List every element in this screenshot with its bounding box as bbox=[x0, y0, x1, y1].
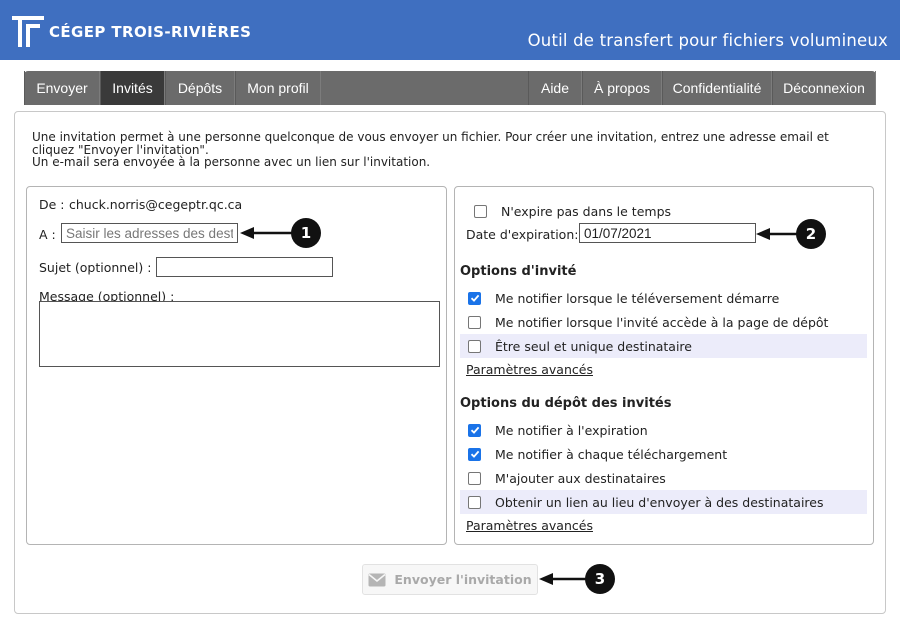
callout-arrows bbox=[240, 227, 802, 585]
callout-badge-1: 1 bbox=[291, 218, 321, 248]
callout-badge-3: 3 bbox=[585, 564, 615, 594]
callout-badge-2: 2 bbox=[796, 219, 826, 249]
